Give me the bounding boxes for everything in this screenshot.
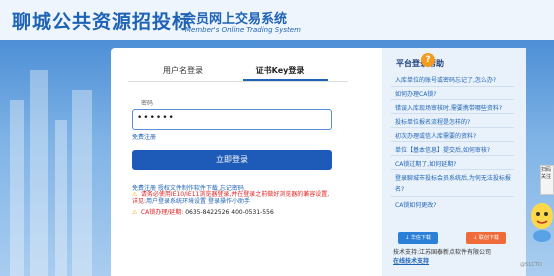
tab-certificate-key-login[interactable]: 证书Key登录 [235,65,325,76]
ca-phones: 0635-8422526 400-0531-556 [185,209,274,216]
env-setup-link[interactable]: 用户登录系统环境设置 [146,198,206,205]
tab-username-login[interactable]: 用户名登录 [138,65,228,76]
skyline-decoration [10,70,92,276]
site-title: 聊城公共资源招投标 [12,11,193,33]
warning-icon: ⚠ [132,209,138,216]
divider [391,99,514,100]
download-button-lianchuang[interactable]: ↓ 联创下载 [466,232,506,244]
divider [391,169,514,170]
tab-divider [128,81,348,82]
browser-warning: ⚠ 请务必使用IE10/IE11浏览器登录,并在登录之前做好浏览器的兼容设置,详… [132,191,332,205]
active-tab-indicator [243,79,328,81]
login-helper-link[interactable]: 登录操作小助手 [208,198,250,205]
help-item[interactable]: CA锁如何更改? [395,200,436,209]
system-subtitle: Member's Online Trading System [185,26,301,34]
tech-support-text: 技术支持:江苏国泰新点软件有限公司 [393,249,492,256]
divider [391,196,514,197]
help-item[interactable]: 投标单位报名流程是怎样的? [395,117,470,126]
online-support-link[interactable]: 在线技术支持 [393,256,429,265]
divider [391,127,514,128]
question-icon: ? [421,53,435,67]
divider [391,113,514,114]
ca-label: CA锁办理/延期: [140,209,184,216]
side-popup[interactable]: 扫码关注 [540,165,554,195]
help-item[interactable]: 入库单位的账号或密码忘记了,怎么办? [395,75,496,84]
divider [391,86,514,87]
login-button[interactable]: 立即登录 [132,150,332,170]
divider [391,155,514,156]
divider [391,141,514,142]
system-title: 会员网上交易系统 [183,12,288,27]
password-label: 密码 [139,98,156,107]
help-item[interactable]: 登录聊城市投标会员系统后,为何无法投标报名? [395,173,513,195]
watermark: @51CTO [520,262,542,268]
free-register-link[interactable]: 免费注册 [132,132,156,141]
password-value: •••••• [137,113,175,123]
help-item[interactable]: 单位【基本信息】提交后,如何审核? [395,145,490,154]
ca-info: ⚠ CA锁办理/延期: 0635-8422526 400-0531-556 [132,207,274,216]
login-tabs: 用户名登录 证书Key登录 [128,60,348,82]
help-item[interactable]: 初次办理或信人库需要的资料? [395,131,476,140]
help-title: 平台登录帮助 [396,59,444,68]
help-item[interactable]: 如何办理CA锁? [395,89,436,98]
download-button-huaxin[interactable]: ↓ 华信下载 [398,232,438,244]
help-item[interactable]: CA锁过期了,如何延期? [395,159,456,168]
help-item[interactable]: 错误入库现场审核时,需要携带哪些资料? [395,103,502,112]
warning-icon: ⚠ [132,191,138,198]
mascot-icon [531,203,553,242]
